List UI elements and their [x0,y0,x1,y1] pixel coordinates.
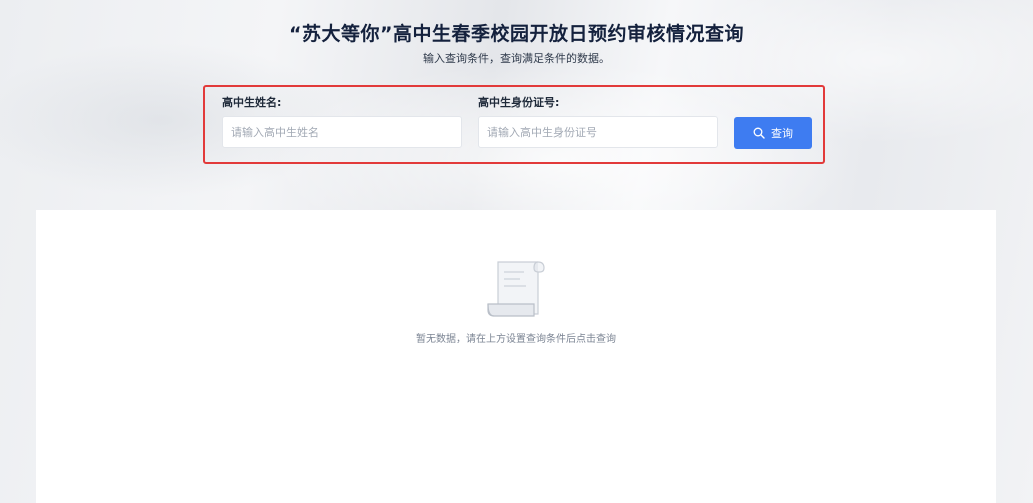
search-panel: 高中生姓名: 高中生身份证号: 查询 [203,85,825,164]
search-icon [753,127,765,139]
search-button[interactable]: 查询 [734,117,812,149]
results-panel: 暂无数据，请在上方设置查询条件后点击查询 [36,210,996,503]
document-scroll-icon [484,258,548,322]
empty-state-text: 暂无数据，请在上方设置查询条件后点击查询 [416,334,616,345]
student-name-input[interactable] [222,116,462,148]
student-id-input[interactable] [478,116,718,148]
search-button-label: 查询 [771,127,793,140]
id-field-label: 高中生身份证号: [478,96,560,109]
page-title: “苏大等你”高中生春季校园开放日预约审核情况查询 [289,23,744,45]
name-field-label: 高中生姓名: [222,96,282,109]
page-subtitle: 输入查询条件，查询满足条件的数据。 [423,52,610,65]
